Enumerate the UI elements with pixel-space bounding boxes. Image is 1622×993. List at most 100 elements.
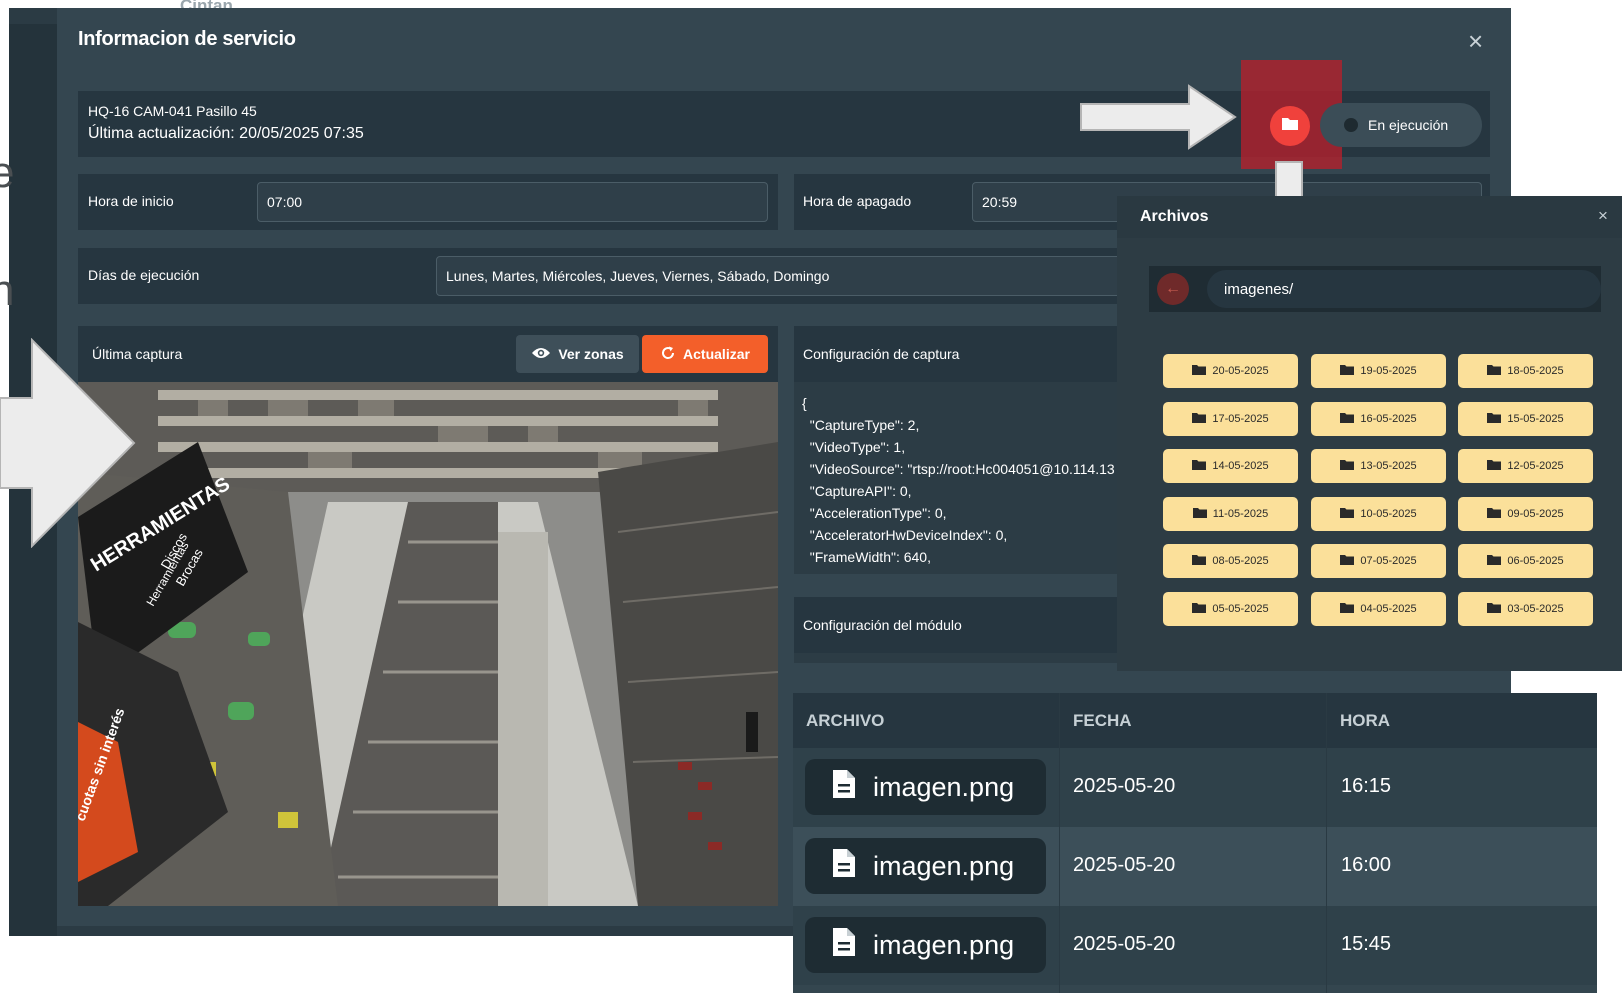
folder-chip-label: 09-05-2025 — [1507, 507, 1564, 520]
folder-chip[interactable]: 10-05-2025 — [1311, 496, 1446, 531]
folder-icon — [1192, 364, 1207, 378]
folder-icon — [1340, 412, 1355, 426]
capture-config-title: Configuración de captura — [803, 346, 960, 362]
folder-chip-label: 20-05-2025 — [1212, 365, 1269, 377]
eye-icon — [531, 346, 551, 363]
time-cell: 16:15 — [1341, 775, 1392, 797]
file-link-button[interactable]: imagen.png — [805, 838, 1046, 894]
view-zones-button[interactable]: Ver zonas — [516, 335, 639, 373]
folder-chip[interactable]: 06-05-2025 — [1458, 544, 1593, 578]
arrow-icon — [1079, 84, 1237, 150]
back-arrow-icon[interactable]: ← — [1157, 273, 1189, 305]
date-cell: 2025-05-20 — [1073, 775, 1176, 797]
time-cell: 15:45 — [1341, 933, 1392, 955]
folder-chip[interactable]: 18-05-2025 — [1458, 354, 1593, 388]
background-letter: e — [0, 148, 15, 197]
folder-icon — [1192, 412, 1207, 426]
start-time-field[interactable]: 07:00 — [257, 182, 768, 222]
folder-chip-label: 14-05-2025 — [1212, 460, 1269, 472]
days-label: Días de ejecución — [88, 267, 200, 283]
folder-icon — [1340, 364, 1355, 378]
folder-chip[interactable]: 20-05-2025 — [1163, 354, 1298, 388]
modal-title: Informacion de servicio — [78, 28, 296, 50]
folder-icon — [1487, 602, 1502, 616]
folder-chip[interactable]: 05-05-2025 — [1163, 591, 1298, 626]
status-badge: En ejecución — [1320, 103, 1482, 147]
folder-icon — [1192, 554, 1207, 568]
background-letter: n — [0, 266, 15, 315]
folder-chip[interactable]: 09-05-2025 — [1458, 496, 1593, 531]
folder-chip-label: 16-05-2025 — [1360, 412, 1417, 425]
open-files-button[interactable] — [1270, 106, 1310, 146]
folder-chip[interactable]: 16-05-2025 — [1311, 401, 1446, 436]
folder-chip[interactable]: 08-05-2025 — [1163, 544, 1298, 578]
refresh-icon — [660, 345, 676, 364]
folder-chip-label: 07-05-2025 — [1360, 555, 1417, 567]
time-cell: 16:00 — [1341, 854, 1392, 876]
refresh-label: Actualizar — [683, 346, 750, 362]
column-divider — [1326, 693, 1327, 993]
folder-icon — [1192, 602, 1207, 616]
folder-chip-label: 04-05-2025 — [1360, 602, 1417, 615]
folder-icon — [1281, 116, 1299, 136]
folder-icon — [1340, 602, 1355, 616]
column-header-archivo: ARCHIVO — [806, 710, 885, 730]
column-header-hora: HORA — [1340, 710, 1391, 730]
folder-chip-label: 11-05-2025 — [1212, 507, 1269, 520]
folder-icon — [1487, 459, 1502, 473]
folder-icon — [1340, 507, 1355, 521]
folder-icon — [1487, 554, 1502, 568]
folder-chip[interactable]: 04-05-2025 — [1311, 591, 1446, 626]
folder-icon — [1487, 364, 1502, 378]
file-name: imagen.png — [873, 771, 1015, 802]
path-input[interactable]: imagenes/ — [1207, 270, 1601, 308]
start-time-label: Hora de inicio — [88, 193, 174, 209]
folder-chip[interactable]: 11-05-2025 — [1163, 496, 1298, 531]
folder-chip-label: 13-05-2025 — [1360, 460, 1417, 472]
files-dialog-title: Archivos — [1140, 208, 1209, 225]
folder-chip[interactable]: 14-05-2025 — [1163, 449, 1298, 483]
column-divider — [1059, 693, 1060, 993]
folder-icon — [1487, 412, 1502, 426]
folder-chip[interactable]: 12-05-2025 — [1458, 449, 1593, 483]
folder-chip[interactable]: 03-05-2025 — [1458, 591, 1593, 626]
status-label: En ejecución — [1368, 117, 1449, 133]
folder-chip[interactable]: 19-05-2025 — [1311, 354, 1446, 388]
folder-chip[interactable]: 17-05-2025 — [1163, 401, 1298, 436]
date-cell: 2025-05-20 — [1073, 933, 1176, 955]
file-name: imagen.png — [873, 850, 1015, 881]
date-cell: 2025-05-20 — [1073, 854, 1176, 876]
folder-chip-label: 17-05-2025 — [1212, 412, 1269, 425]
folder-icon — [1340, 554, 1355, 568]
last-update: Última actualización: 20/05/2025 07:35 — [88, 125, 364, 142]
file-link-button[interactable]: imagen.png — [805, 759, 1046, 815]
file-icon — [833, 927, 855, 963]
file-name: imagen.png — [873, 929, 1015, 960]
close-icon[interactable]: × — [1468, 28, 1483, 54]
refresh-button[interactable]: Actualizar — [642, 335, 768, 373]
folder-chip-label: 19-05-2025 — [1360, 365, 1417, 377]
folder-icon — [1340, 459, 1355, 473]
folder-chip-label: 12-05-2025 — [1507, 460, 1564, 472]
module-config-title: Configuración del módulo — [803, 617, 962, 633]
file-icon — [833, 769, 855, 805]
arrow-icon — [0, 338, 138, 548]
camera-name: HQ-16 CAM-041 Pasillo 45 — [88, 103, 257, 119]
close-icon[interactable]: × — [1598, 206, 1608, 226]
folder-chip-label: 05-05-2025 — [1212, 602, 1269, 615]
column-header-fecha: FECHA — [1073, 710, 1132, 730]
file-link-button[interactable]: imagen.png — [805, 917, 1046, 973]
folder-icon — [1487, 507, 1502, 521]
folder-chip[interactable]: 15-05-2025 — [1458, 401, 1593, 436]
status-dot — [1344, 118, 1358, 132]
stop-time-label: Hora de apagado — [803, 193, 912, 209]
folder-chip[interactable]: 13-05-2025 — [1311, 449, 1446, 483]
file-icon — [833, 848, 855, 884]
folder-chip[interactable]: 07-05-2025 — [1311, 544, 1446, 578]
view-zones-label: Ver zonas — [558, 346, 624, 362]
folder-chip-label: 18-05-2025 — [1507, 365, 1564, 377]
folder-chip-label: 03-05-2025 — [1507, 602, 1564, 615]
folder-chip-label: 08-05-2025 — [1212, 555, 1269, 567]
folder-chip-label: 06-05-2025 — [1507, 555, 1564, 567]
folder-chip-label: 10-05-2025 — [1360, 507, 1417, 520]
